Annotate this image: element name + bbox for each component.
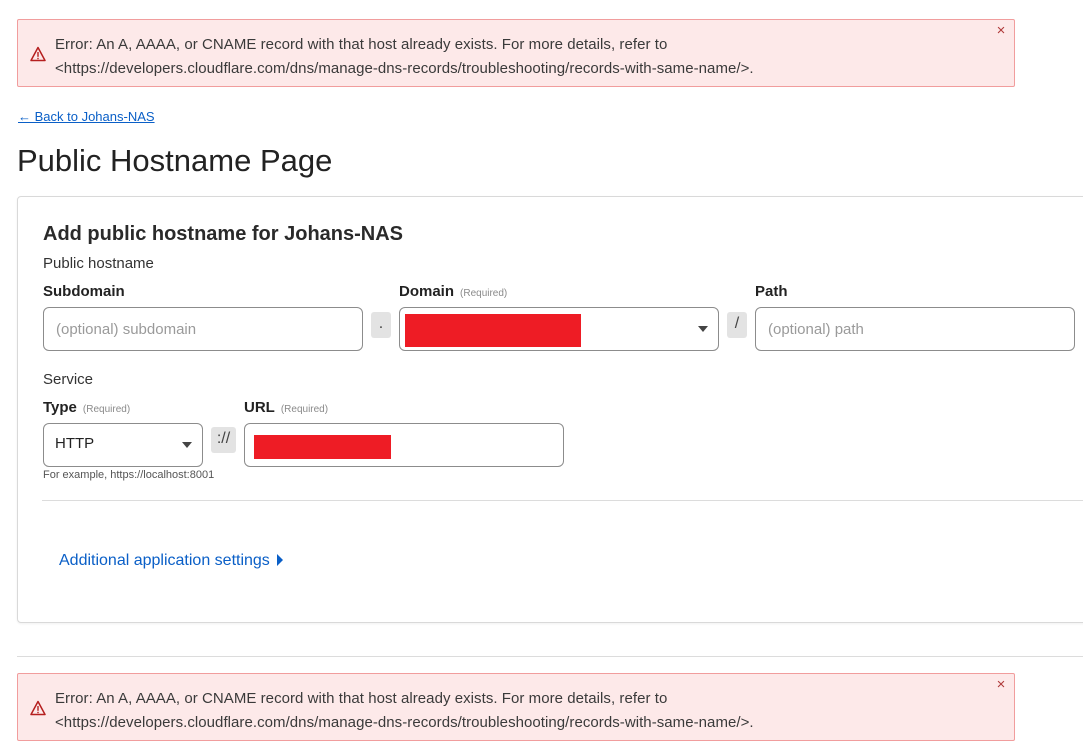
domain-select[interactable] (399, 307, 719, 351)
error-message-line2: <https://developers.cloudflare.com/dns/m… (55, 60, 754, 77)
url-label-text: URL (244, 399, 275, 416)
form-divider (42, 500, 1083, 501)
page-title: Public Hostname Page (17, 143, 333, 178)
warning-triangle-icon (30, 700, 46, 716)
error-message-line1: Error: An A, AAAA, or CNAME record with … (55, 690, 668, 707)
back-link[interactable]: ← Back to Johans-NAS (18, 109, 155, 124)
type-label: Type (Required) (43, 399, 130, 416)
slash-separator: / (727, 312, 747, 338)
error-message-line2: <https://developers.cloudflare.com/dns/m… (55, 714, 754, 731)
url-input[interactable] (244, 423, 564, 467)
hostname-form-card: Add public hostname for Johans-NAS Publi… (17, 196, 1083, 623)
error-message: Error: An A, AAAA, or CNAME record with … (55, 687, 955, 735)
scheme-separator: :// (211, 427, 236, 453)
close-icon[interactable]: × (994, 23, 1008, 38)
subdomain-label-text: Subdomain (43, 283, 125, 300)
type-label-text: Type (43, 399, 77, 416)
path-label: Path (755, 283, 788, 300)
domain-label-text: Domain (399, 283, 455, 300)
chevron-down-icon (698, 326, 708, 332)
service-type-value: HTTP (55, 435, 95, 452)
url-label: URL (Required) (244, 399, 328, 416)
domain-value-redaction (405, 314, 581, 347)
url-value-redaction (254, 435, 391, 459)
form-title: Add public hostname for Johans-NAS (43, 223, 404, 245)
path-input[interactable] (755, 307, 1075, 351)
domain-required-tag: (Required) (460, 288, 508, 299)
path-label-text: Path (755, 283, 788, 300)
dot-separator: . (371, 312, 391, 338)
url-required-tag: (Required) (280, 404, 329, 415)
url-hint: For example, https://localhost:8001 (43, 469, 215, 481)
type-required-tag: (Required) (82, 404, 131, 415)
error-message-line1: Error: An A, AAAA, or CNAME record with … (55, 36, 668, 53)
error-message: Error: An A, AAAA, or CNAME record with … (55, 33, 955, 81)
domain-label: Domain (Required) (399, 283, 507, 300)
service-type-select[interactable]: HTTP (43, 423, 203, 467)
error-banner-top: Error: An A, AAAA, or CNAME record with … (17, 19, 1015, 87)
chevron-down-icon (182, 442, 192, 448)
page-divider (17, 656, 1083, 657)
warning-triangle-icon (30, 46, 46, 62)
public-hostname-label: Public hostname (43, 255, 154, 272)
public-hostname-page: Error: An A, AAAA, or CNAME record with … (0, 0, 1083, 755)
subdomain-input[interactable] (43, 307, 363, 351)
service-label: Service (43, 371, 94, 388)
additional-settings-toggle[interactable]: Additional application settings (59, 552, 283, 570)
caret-right-icon (276, 554, 283, 566)
close-icon[interactable]: × (994, 677, 1008, 692)
additional-settings-label: Additional application settings (59, 552, 270, 569)
error-banner-bottom: Error: An A, AAAA, or CNAME record with … (17, 673, 1015, 741)
subdomain-label: Subdomain (43, 283, 125, 300)
